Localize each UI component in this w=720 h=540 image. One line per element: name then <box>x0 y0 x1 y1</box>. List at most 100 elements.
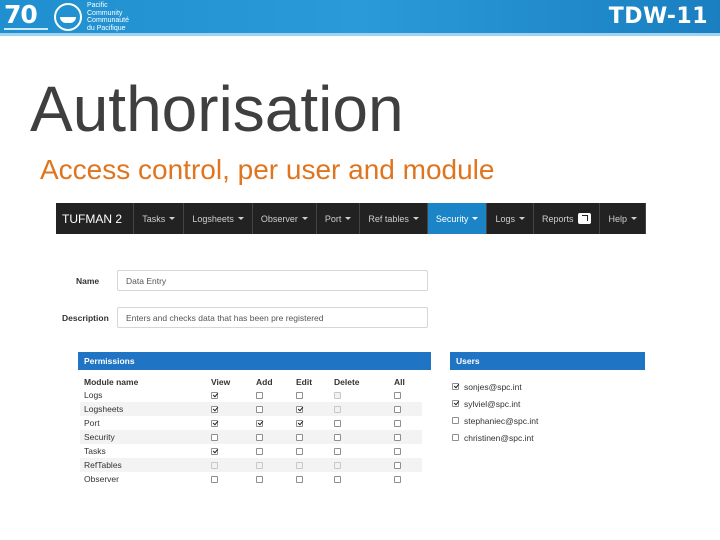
all-checkbox[interactable] <box>394 392 401 400</box>
edit-checkbox[interactable] <box>296 448 303 456</box>
add-checkbox[interactable] <box>256 406 263 414</box>
nav-item-port[interactable]: Port <box>317 203 361 234</box>
table-row: RefTables <box>80 458 422 472</box>
delete-checkbox[interactable] <box>334 448 341 456</box>
all-checkbox[interactable] <box>394 448 401 456</box>
description-input[interactable]: Enters and checks data that has been pre… <box>117 307 428 328</box>
permission-cell <box>252 388 292 402</box>
user-email: sonjes@spc.int <box>464 381 522 392</box>
slide-title: Authorisation <box>30 73 404 145</box>
top-banner: 70 Pacific Community Communauté du Pacif… <box>0 0 720 36</box>
edit-checkbox[interactable] <box>296 476 303 484</box>
view-checkbox[interactable] <box>211 462 218 470</box>
permission-cell <box>330 458 390 472</box>
view-checkbox[interactable] <box>211 448 218 456</box>
nav-item-ref-tables[interactable]: Ref tables <box>360 203 428 234</box>
user-checkbox[interactable] <box>452 434 459 441</box>
permission-cell <box>330 430 390 444</box>
org-name: Pacific Community Communauté du Pacifiqu… <box>87 2 129 32</box>
event-logo: TDW-11 <box>608 4 708 29</box>
view-checkbox[interactable] <box>211 420 218 428</box>
permission-cell <box>330 444 390 458</box>
all-checkbox[interactable] <box>394 406 401 414</box>
module-name: Logsheets <box>80 402 207 416</box>
user-row[interactable]: sylviel@spc.int <box>452 395 538 412</box>
delete-checkbox[interactable] <box>334 406 341 414</box>
view-checkbox[interactable] <box>211 406 218 414</box>
edit-checkbox[interactable] <box>296 420 303 428</box>
permission-cell <box>390 458 422 472</box>
all-checkbox[interactable] <box>394 476 401 484</box>
permission-cell <box>292 416 330 430</box>
edit-checkbox[interactable] <box>296 434 303 442</box>
org-line: du Pacifique <box>87 24 126 32</box>
permission-cell <box>390 430 422 444</box>
add-checkbox[interactable] <box>256 392 263 400</box>
user-email: christinen@spc.int <box>464 432 534 443</box>
all-checkbox[interactable] <box>394 462 401 470</box>
permission-cell <box>390 402 422 416</box>
permissions-header-row: Module name View Add Edit Delete All <box>80 375 422 388</box>
user-row[interactable]: stephaniec@spc.int <box>452 412 538 429</box>
delete-checkbox[interactable] <box>334 392 341 400</box>
column-header: View <box>211 376 231 387</box>
nav-item-help[interactable]: Help <box>600 203 646 234</box>
permission-cell <box>292 444 330 458</box>
caret-down-icon <box>301 217 308 220</box>
table-row: Logsheets <box>80 402 422 416</box>
nav-item-tasks[interactable]: Tasks <box>134 203 185 234</box>
edit-checkbox[interactable] <box>296 392 303 400</box>
edit-checkbox[interactable] <box>296 462 303 470</box>
delete-checkbox[interactable] <box>334 476 341 484</box>
table-row: Port <box>80 416 422 430</box>
nav-item-logsheets[interactable]: Logsheets <box>184 203 253 234</box>
add-checkbox[interactable] <box>256 476 263 484</box>
caret-down-icon <box>518 217 525 220</box>
table-row: Observer <box>80 472 422 486</box>
all-checkbox[interactable] <box>394 434 401 442</box>
permission-cell <box>207 416 252 430</box>
name-input[interactable]: Data Entry <box>117 270 428 291</box>
add-checkbox[interactable] <box>256 420 263 428</box>
nav-item-security[interactable]: Security <box>427 203 488 234</box>
user-row[interactable]: sonjes@spc.int <box>452 378 538 395</box>
user-checkbox[interactable] <box>452 417 459 424</box>
nav-item-label: Observer <box>260 213 298 224</box>
view-checkbox[interactable] <box>211 392 218 400</box>
delete-checkbox[interactable] <box>334 462 341 470</box>
user-row[interactable]: christinen@spc.int <box>452 429 538 446</box>
permission-cell <box>252 472 292 486</box>
permission-cell <box>390 472 422 486</box>
view-checkbox[interactable] <box>211 434 218 442</box>
nav-item-label: Port <box>324 213 342 224</box>
all-checkbox[interactable] <box>394 420 401 428</box>
delete-checkbox[interactable] <box>334 434 341 442</box>
user-email: sylviel@spc.int <box>464 398 521 409</box>
users-list: sonjes@spc.int sylviel@spc.int stephaniec@… <box>452 378 538 446</box>
app-brand[interactable]: TUFMAN 2 <box>56 203 135 234</box>
nav-item-label: Security <box>435 213 469 224</box>
nav-item-logs[interactable]: Logs <box>487 203 534 234</box>
module-name: Security <box>80 430 207 444</box>
permission-cell <box>207 472 252 486</box>
add-checkbox[interactable] <box>256 434 263 442</box>
user-checkbox[interactable] <box>452 400 459 407</box>
caret-down-icon <box>631 217 637 220</box>
permission-cell <box>330 472 390 486</box>
banner-stripe <box>0 33 720 36</box>
permission-cell <box>390 444 422 458</box>
caret-down-icon <box>169 217 176 220</box>
nav-item-reports[interactable]: Reports <box>534 203 601 234</box>
anniversary-underline <box>4 28 48 30</box>
edit-checkbox[interactable] <box>296 406 303 414</box>
user-checkbox[interactable] <box>452 383 459 390</box>
permission-cell <box>292 458 330 472</box>
nav-item-observer[interactable]: Observer <box>253 203 317 234</box>
add-checkbox[interactable] <box>256 448 263 456</box>
add-checkbox[interactable] <box>256 462 263 470</box>
module-name: Observer <box>84 474 119 484</box>
view-checkbox[interactable] <box>211 476 218 484</box>
delete-checkbox[interactable] <box>334 420 341 428</box>
permission-cell <box>292 402 330 416</box>
anniversary-logo: 70 <box>4 2 48 32</box>
